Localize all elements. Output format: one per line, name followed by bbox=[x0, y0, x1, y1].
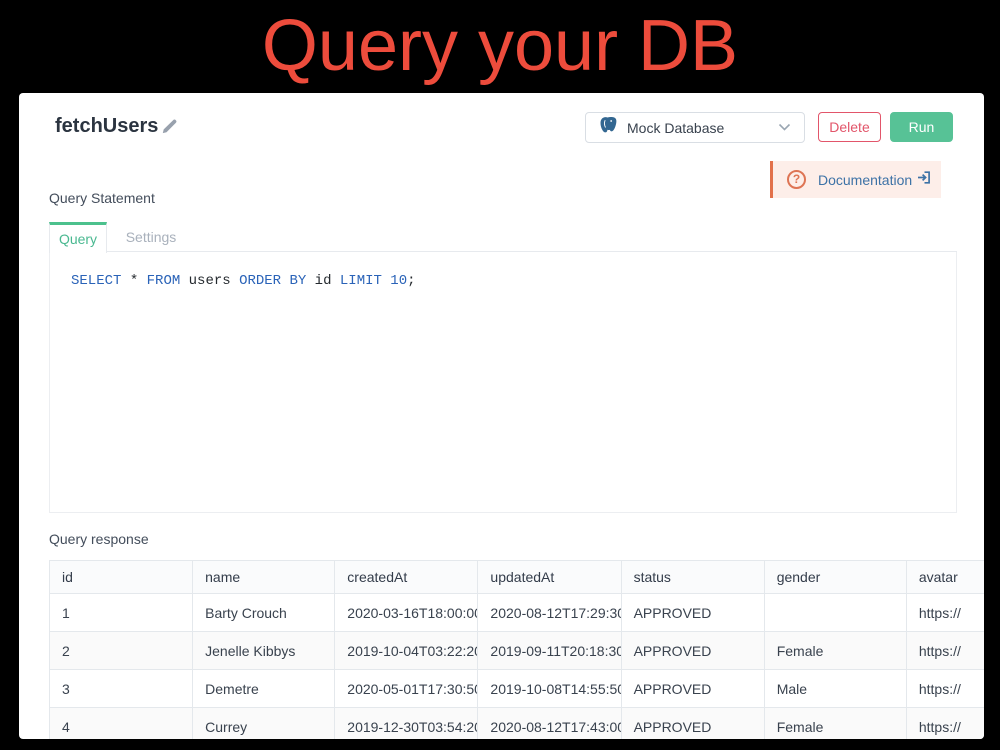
cell-updatedAt: 2020-08-12T17:43:00 bbox=[478, 708, 621, 740]
documentation-label: Documentation bbox=[818, 172, 912, 188]
cell-updatedAt: 2019-10-08T14:55:50 bbox=[478, 670, 621, 708]
response-table: id name createdAt updatedAt status gende… bbox=[49, 560, 984, 739]
column-header-status: status bbox=[621, 561, 764, 594]
cell-avatar: https:// bbox=[906, 594, 984, 632]
query-statement-label: Query Statement bbox=[49, 190, 155, 206]
cell-createdAt: 2020-05-01T17:30:50 bbox=[335, 670, 478, 708]
resource-selected-value: Mock Database bbox=[627, 120, 778, 136]
cell-status: APPROVED bbox=[621, 594, 764, 632]
cell-status: APPROVED bbox=[621, 670, 764, 708]
page-title: Query your DB bbox=[0, 8, 1000, 84]
sql-statement: SELECT * FROM users ORDER BY id LIMIT 10… bbox=[71, 273, 416, 289]
cell-gender: Male bbox=[764, 670, 906, 708]
cell-avatar: https:// bbox=[906, 632, 984, 670]
cell-avatar: https:// bbox=[906, 708, 984, 740]
query-editor-card: fetchUsers Mock Database Delete Run ? Do… bbox=[19, 93, 984, 739]
cell-id: 2 bbox=[50, 632, 193, 670]
chevron-down-icon bbox=[778, 119, 791, 137]
column-header-gender: gender bbox=[764, 561, 906, 594]
documentation-link[interactable]: ? Documentation bbox=[770, 161, 941, 198]
response-table-container: id name createdAt updatedAt status gende… bbox=[49, 560, 984, 739]
edit-name-icon[interactable] bbox=[161, 119, 177, 135]
column-header-createdAt: createdAt bbox=[335, 561, 478, 594]
postgresql-icon bbox=[598, 115, 618, 140]
editor-tabs: Query Settings bbox=[49, 222, 957, 252]
table-row: 2 Jenelle Kibbys 2019-10-04T03:22:20 201… bbox=[50, 632, 985, 670]
cell-id: 4 bbox=[50, 708, 193, 740]
pencil-icon bbox=[161, 119, 177, 135]
tab-settings[interactable]: Settings bbox=[107, 222, 195, 252]
query-response-label: Query response bbox=[49, 531, 149, 547]
cell-createdAt: 2020-03-16T18:00:00 bbox=[335, 594, 478, 632]
cell-name: Currey bbox=[193, 708, 335, 740]
cell-id: 1 bbox=[50, 594, 193, 632]
cell-status: APPROVED bbox=[621, 632, 764, 670]
cell-gender: Female bbox=[764, 632, 906, 670]
cell-createdAt: 2019-12-30T03:54:20 bbox=[335, 708, 478, 740]
query-name: fetchUsers bbox=[55, 115, 158, 138]
delete-button[interactable]: Delete bbox=[818, 112, 881, 142]
table-row: 3 Demetre 2020-05-01T17:30:50 2019-10-08… bbox=[50, 670, 985, 708]
cell-updatedAt: 2020-08-12T17:29:30 bbox=[478, 594, 621, 632]
cell-id: 3 bbox=[50, 670, 193, 708]
table-row: 4 Currey 2019-12-30T03:54:20 2020-08-12T… bbox=[50, 708, 985, 740]
cell-status: APPROVED bbox=[621, 708, 764, 740]
external-link-icon bbox=[917, 170, 932, 190]
cell-createdAt: 2019-10-04T03:22:20 bbox=[335, 632, 478, 670]
tab-query[interactable]: Query bbox=[49, 222, 107, 253]
cell-name: Barty Crouch bbox=[193, 594, 335, 632]
cell-gender bbox=[764, 594, 906, 632]
cell-gender: Female bbox=[764, 708, 906, 740]
column-header-avatar: avatar bbox=[906, 561, 984, 594]
run-button[interactable]: Run bbox=[890, 112, 953, 142]
cell-name: Jenelle Kibbys bbox=[193, 632, 335, 670]
resource-selector[interactable]: Mock Database bbox=[585, 112, 805, 143]
column-header-id: id bbox=[50, 561, 193, 594]
sql-editor[interactable]: SELECT * FROM users ORDER BY id LIMIT 10… bbox=[49, 252, 957, 513]
table-header-row: id name createdAt updatedAt status gende… bbox=[50, 561, 985, 594]
cell-updatedAt: 2019-09-11T20:18:30 bbox=[478, 632, 621, 670]
cell-avatar: https:// bbox=[906, 670, 984, 708]
question-circle-icon: ? bbox=[787, 170, 806, 189]
column-header-updatedAt: updatedAt bbox=[478, 561, 621, 594]
cell-name: Demetre bbox=[193, 670, 335, 708]
table-row: 1 Barty Crouch 2020-03-16T18:00:00 2020-… bbox=[50, 594, 985, 632]
column-header-name: name bbox=[193, 561, 335, 594]
